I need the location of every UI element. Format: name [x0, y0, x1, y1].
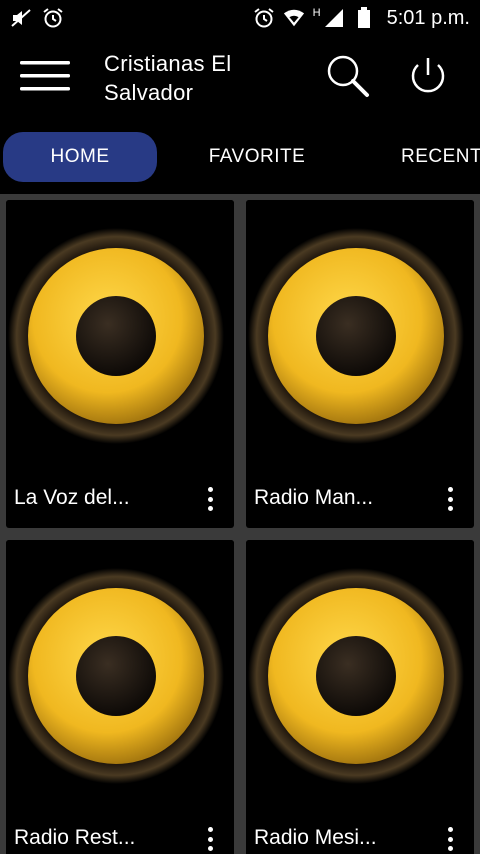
station-name: Radio Rest...	[14, 826, 136, 849]
battery-icon	[353, 7, 375, 29]
speaker-icon	[246, 540, 474, 810]
station-card[interactable]: Radio Mesi...	[246, 540, 474, 854]
network-type-label: H	[312, 7, 321, 19]
search-icon	[325, 53, 371, 104]
alarm-icon	[253, 7, 275, 29]
station-grid: La Voz del... Radio Man... Radio Rest...	[0, 194, 480, 854]
station-card[interactable]: Radio Rest...	[6, 540, 234, 854]
power-icon	[407, 55, 449, 102]
status-bar: H 5:01 p.m.	[0, 0, 480, 36]
search-button[interactable]	[308, 36, 388, 120]
station-card[interactable]: La Voz del...	[6, 200, 234, 528]
app-title: Cristianas El Salvador	[104, 51, 232, 105]
app-bar: Cristianas El Salvador	[0, 36, 480, 120]
tab-recent[interactable]: RECENT	[380, 132, 480, 182]
alarm-icon	[42, 7, 64, 29]
tab-bar: HOME FAVORITE RECENT	[0, 120, 480, 194]
speaker-icon	[6, 540, 234, 810]
station-name: La Voz del...	[14, 486, 130, 509]
station-name: Radio Mesi...	[254, 826, 377, 849]
tab-favorite[interactable]: FAVORITE	[190, 132, 324, 182]
more-options-button[interactable]	[438, 824, 462, 854]
more-options-button[interactable]	[438, 484, 462, 514]
speaker-icon	[6, 200, 234, 470]
menu-button[interactable]	[0, 36, 90, 120]
cell-signal-icon	[323, 7, 345, 29]
power-button[interactable]	[388, 36, 468, 120]
station-card[interactable]: Radio Man...	[246, 200, 474, 528]
tab-home[interactable]: HOME	[3, 132, 157, 182]
wifi-icon	[283, 7, 305, 29]
clock: 5:01 p.m.	[386, 6, 470, 29]
mute-icon	[10, 7, 32, 29]
hamburger-menu-icon	[20, 60, 70, 97]
station-name: Radio Man...	[254, 486, 374, 509]
speaker-icon	[246, 200, 474, 470]
more-options-button[interactable]	[198, 824, 222, 854]
more-options-button[interactable]	[198, 484, 222, 514]
